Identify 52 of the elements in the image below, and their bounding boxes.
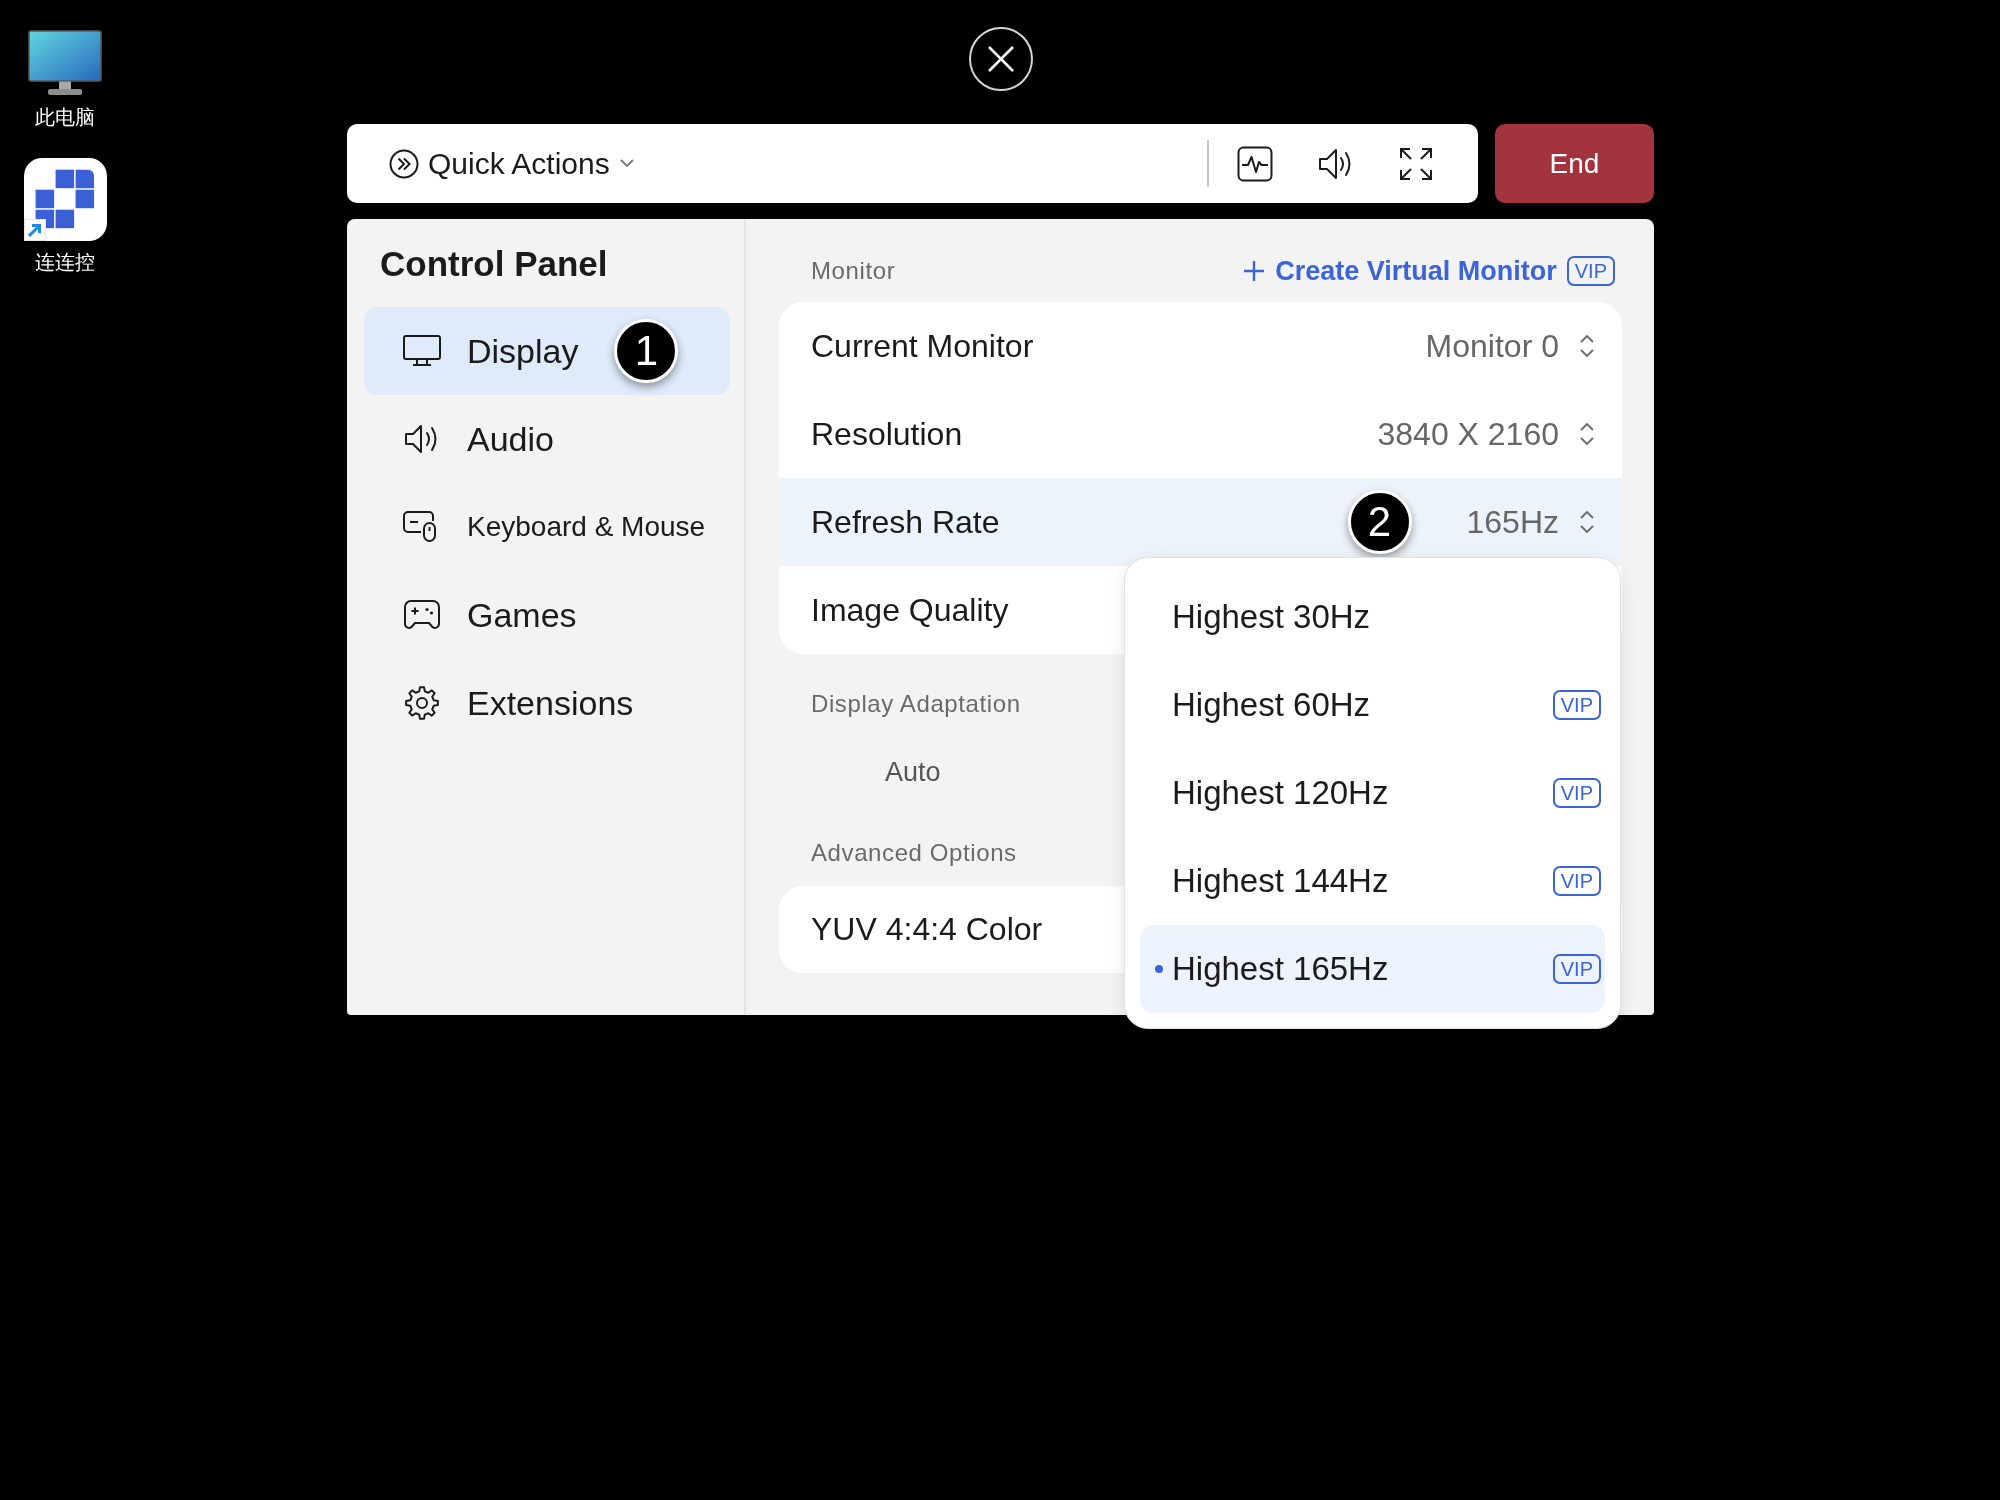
dropdown-option[interactable]: Highest 30Hz: [1140, 573, 1605, 661]
setting-label: YUV 4:4:4 Color: [811, 911, 1043, 948]
pulse-icon[interactable]: [1237, 145, 1273, 182]
gear-icon: [404, 685, 440, 721]
dropdown-option[interactable]: Highest 165Hz VIP: [1140, 925, 1605, 1013]
vip-badge: VIP: [1552, 778, 1601, 808]
up-down-chevron-icon: [1579, 332, 1595, 360]
setting-value: 3840 X 2160: [1377, 415, 1559, 453]
dropdown-option[interactable]: Highest 120Hz VIP: [1140, 749, 1605, 837]
sidebar-item[interactable]: Extensions: [364, 659, 730, 747]
vip-badge: VIP: [1566, 256, 1615, 286]
setting-row[interactable]: Current Monitor Monitor 0: [779, 302, 1622, 390]
fullscreen-icon[interactable]: [1399, 146, 1433, 181]
dropdown-option[interactable]: Highest 144Hz VIP: [1140, 837, 1605, 925]
adaptation-option[interactable]: Auto: [885, 756, 941, 788]
dropdown-option[interactable]: Highest 60Hz VIP: [1140, 661, 1605, 749]
gamepad-icon: [403, 599, 441, 631]
close-icon: [986, 45, 1015, 73]
section-heading: Display Adaptation: [811, 690, 1021, 718]
computer-icon[interactable]: [28, 30, 102, 96]
sidebar-item[interactable]: Games: [364, 571, 730, 659]
app-icon[interactable]: [23, 158, 107, 241]
quick-actions-dropdown[interactable]: Quick Actions: [389, 146, 634, 181]
up-down-chevron-icon: [1579, 420, 1595, 448]
up-down-chevron-icon: [1579, 508, 1595, 536]
desktop-icon-label: 此电脑: [35, 105, 95, 129]
setting-label: Resolution: [811, 415, 963, 453]
setting-label: Refresh Rate: [811, 503, 1000, 541]
create-virtual-monitor-link[interactable]: Create Virtual Monitor: [1243, 255, 1557, 287]
vip-badge: VIP: [1552, 690, 1601, 720]
step-marker: 2: [1347, 490, 1412, 554]
plus-icon: [1243, 260, 1266, 282]
end-button[interactable]: End: [1495, 124, 1654, 203]
section-heading: Monitor: [811, 257, 896, 285]
setting-value: Monitor 0: [1425, 327, 1559, 365]
vip-badge: VIP: [1552, 954, 1601, 984]
caret-icon: [619, 159, 634, 168]
selected-dot-icon: [1155, 965, 1163, 973]
sidebar-item[interactable]: Keyboard & Mouse: [364, 483, 730, 571]
double-chevron-circle-icon: [389, 148, 419, 179]
section-heading: Advanced Options: [811, 839, 1017, 867]
monitor-icon: [403, 335, 441, 367]
sidebar-item[interactable]: Audio: [364, 395, 730, 483]
setting-label: Current Monitor: [811, 327, 1034, 365]
step-marker: 1: [614, 319, 679, 383]
desktop-icon-label: 连连控: [35, 250, 95, 274]
panel-title: Control Panel: [379, 243, 609, 285]
setting-label: Image Quality: [811, 591, 1009, 629]
setting-row[interactable]: Resolution 3840 X 2160: [779, 390, 1622, 478]
sidebar-item[interactable]: Display 1: [364, 307, 730, 395]
vip-badge: VIP: [1552, 866, 1601, 896]
setting-value: 165Hz: [1466, 503, 1559, 541]
